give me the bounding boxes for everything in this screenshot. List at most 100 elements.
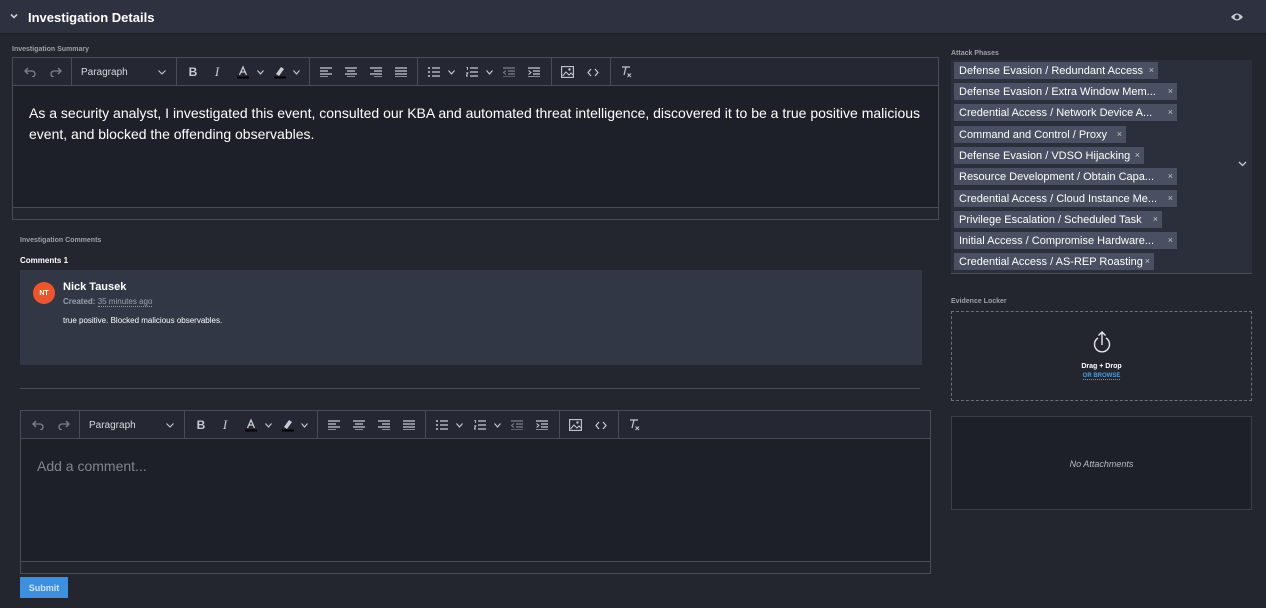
remove-icon[interactable]: ×: [1135, 147, 1140, 164]
editor-statusbar: [13, 207, 938, 219]
remove-icon[interactable]: ×: [1149, 62, 1154, 79]
align-left-icon[interactable]: [315, 58, 337, 86]
code-icon[interactable]: [582, 58, 604, 86]
chevron-down-icon[interactable]: [1238, 161, 1247, 167]
align-center-icon[interactable]: [340, 58, 362, 86]
upload-icon: [1093, 331, 1111, 353]
bold-icon[interactable]: B: [190, 411, 212, 439]
italic-icon[interactable]: I: [206, 58, 228, 86]
block-format-label: Paragraph: [81, 66, 128, 78]
phase-chip[interactable]: Defense Evasion / VDSO Hijacking ×: [954, 147, 1144, 164]
italic-icon[interactable]: I: [214, 411, 236, 439]
redo-icon[interactable]: [45, 58, 67, 86]
align-justify-icon[interactable]: [398, 411, 420, 439]
bullet-list-icon[interactable]: [423, 58, 445, 86]
phase-chip-label: Credential Access / Cloud Instance Me...: [959, 192, 1158, 205]
image-icon[interactable]: [556, 58, 578, 86]
section-header: Investigation Details: [0, 0, 1266, 34]
code-icon[interactable]: [590, 411, 612, 439]
phase-chip[interactable]: Defense Evasion / Redundant Access ×: [954, 62, 1158, 79]
phase-chip-label: Credential Access / Network Device A...: [959, 106, 1153, 119]
indent-icon[interactable]: [523, 58, 545, 86]
editor-statusbar: [21, 561, 930, 573]
comment-input-placeholder[interactable]: Add a comment...: [37, 458, 147, 474]
phase-chip-label: Command and Control / Proxy: [959, 128, 1107, 141]
comment-created-label: Created:: [63, 297, 96, 306]
outdent-icon[interactable]: [506, 411, 528, 439]
align-center-icon[interactable]: [348, 411, 370, 439]
chevron-down-icon[interactable]: [301, 423, 308, 428]
align-right-icon[interactable]: [373, 411, 395, 439]
comment-author: Nick Tausek: [63, 281, 127, 293]
attack-phases-select[interactable]: Defense Evasion / Redundant Access × Defe…: [951, 60, 1252, 274]
comments-count: Comments 1: [20, 256, 69, 265]
chevron-down-icon[interactable]: [257, 70, 264, 75]
image-icon[interactable]: [564, 411, 586, 439]
remove-icon[interactable]: ×: [1168, 104, 1173, 121]
comments-section-label: Investigation Comments: [20, 237, 102, 244]
remove-icon[interactable]: ×: [1168, 168, 1173, 185]
block-format-select[interactable]: Paragraph: [89, 411, 179, 439]
chevron-down-icon[interactable]: [293, 70, 300, 75]
remove-icon[interactable]: ×: [1168, 83, 1173, 100]
chevron-down-icon[interactable]: [456, 423, 463, 428]
clear-format-icon[interactable]: [615, 58, 637, 86]
chevron-down-icon[interactable]: [10, 12, 18, 20]
numbered-list-icon[interactable]: [469, 411, 491, 439]
phase-chip-label: Defense Evasion / VDSO Hijacking: [959, 149, 1131, 162]
chevron-down-icon[interactable]: [494, 423, 501, 428]
divider: [20, 388, 920, 389]
chevron-down-icon[interactable]: [265, 423, 272, 428]
clear-format-icon[interactable]: [623, 411, 645, 439]
text-color-icon[interactable]: [240, 411, 262, 439]
phase-chip-label: Initial Access / Compromise Hardware...: [959, 234, 1155, 247]
phase-chip[interactable]: Credential Access / Network Device A... ×: [954, 104, 1177, 121]
phase-chip[interactable]: Credential Access / Cloud Instance Me...…: [954, 190, 1177, 207]
drag-drop-label: Drag + Drop: [1081, 363, 1122, 370]
comment-card: NT Nick Tausek Created: 35 minutes ago t…: [20, 270, 922, 365]
browse-link-text: OR BROWSE: [1082, 373, 1121, 380]
remove-icon[interactable]: ×: [1117, 126, 1122, 143]
undo-icon[interactable]: [27, 411, 49, 439]
chevron-down-icon: [158, 70, 166, 75]
summary-text[interactable]: As a security analyst, I investigated th…: [29, 103, 929, 145]
align-justify-icon[interactable]: [390, 58, 412, 86]
eye-icon[interactable]: [1230, 11, 1244, 23]
undo-icon[interactable]: [19, 58, 41, 86]
align-left-icon[interactable]: [323, 411, 345, 439]
highlight-icon[interactable]: [269, 58, 291, 86]
chevron-down-icon[interactable]: [486, 70, 493, 75]
section-title: Investigation Details: [28, 10, 155, 25]
highlight-icon[interactable]: [277, 411, 299, 439]
chevron-down-icon[interactable]: [448, 70, 455, 75]
submit-button[interactable]: Submit: [20, 577, 68, 598]
text-color-icon[interactable]: [232, 58, 254, 86]
phase-chip[interactable]: Privilege Escalation / Scheduled Task ×: [954, 211, 1162, 228]
phase-chip[interactable]: Command and Control / Proxy ×: [954, 126, 1126, 143]
remove-icon[interactable]: ×: [1168, 232, 1173, 249]
browse-link[interactable]: OR BROWSE: [952, 373, 1251, 380]
remove-icon[interactable]: ×: [1145, 253, 1150, 270]
remove-icon[interactable]: ×: [1168, 190, 1173, 207]
evidence-locker-label: Evidence Locker: [951, 298, 1007, 305]
redo-icon[interactable]: [53, 411, 75, 439]
phase-chip[interactable]: Resource Development / Obtain Capa... ×: [954, 168, 1177, 185]
bold-icon[interactable]: B: [182, 58, 204, 86]
numbered-list-icon[interactable]: [461, 58, 483, 86]
evidence-dropzone[interactable]: Drag + Drop OR BROWSE: [951, 311, 1252, 401]
indent-icon[interactable]: [531, 411, 553, 439]
bullet-list-icon[interactable]: [431, 411, 453, 439]
phase-chip-label: Resource Development / Obtain Capa...: [959, 170, 1155, 183]
outdent-icon[interactable]: [498, 58, 520, 86]
phase-chip-label: Credential Access / AS-REP Roasting: [959, 255, 1143, 268]
comment-created-time: 35 minutes ago: [97, 297, 153, 307]
align-right-icon[interactable]: [365, 58, 387, 86]
summary-editor[interactable]: Paragraph B I As a security analyst, I i…: [12, 57, 939, 220]
phase-chip[interactable]: Initial Access / Compromise Hardware... ×: [954, 232, 1177, 249]
block-format-select[interactable]: Paragraph: [81, 58, 171, 86]
comment-editor[interactable]: Paragraph B I Add a comment...: [20, 410, 931, 574]
remove-icon[interactable]: ×: [1153, 211, 1158, 228]
phase-chip[interactable]: Defense Evasion / Extra Window Mem... ×: [954, 83, 1177, 100]
phase-chip[interactable]: Credential Access / AS-REP Roasting ×: [954, 253, 1154, 270]
attack-phases-label: Attack Phases: [951, 50, 999, 57]
